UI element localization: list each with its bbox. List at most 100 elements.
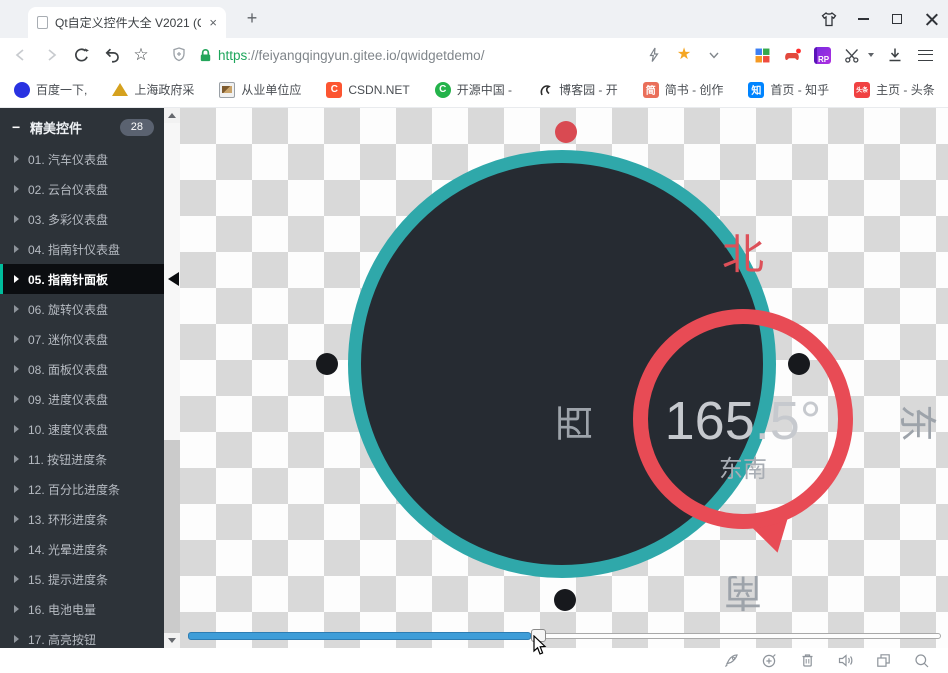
bookmark-label: 主页 - 头条 <box>876 81 935 98</box>
download-icon[interactable] <box>880 40 910 70</box>
search-magnifier-icon[interactable] <box>913 652 930 669</box>
page-favicon <box>37 16 48 29</box>
theme-tshirt-button[interactable] <box>812 0 846 38</box>
cnblogs-icon <box>537 82 553 98</box>
refresh-button[interactable] <box>66 40 96 70</box>
sidebar-item-label: 11. 按钮进度条 <box>28 451 107 468</box>
widget-sidebar: − 精美控件 28 01. 汽车仪表盘 02. 云台仪表盘 03. 多彩仪表盘 … <box>0 108 164 648</box>
bookmark-label: 开源中国 - <box>457 81 512 98</box>
favorite-star-icon[interactable]: ★ <box>669 40 699 70</box>
lightning-icon[interactable] <box>639 40 669 70</box>
bookmark-jianshu[interactable]: 简 简书 - 创作 <box>643 81 724 98</box>
hamburger-glyph <box>918 50 933 61</box>
sidebar-group-title: 精美控件 <box>30 118 82 137</box>
sidebar-item[interactable]: 03. 多彩仪表盘 <box>0 204 164 234</box>
sidebar-item[interactable]: 11. 按钮进度条 <box>0 444 164 474</box>
minimize-button[interactable] <box>846 0 880 38</box>
jianshu-icon: 简 <box>643 82 659 98</box>
sidebar-item[interactable]: 17. 高亮按钮 <box>0 624 164 654</box>
capture-plus-icon[interactable] <box>761 652 778 669</box>
bookmark-zhihu[interactable]: 知 首页 - 知乎 <box>748 81 829 98</box>
sidebar-item-label: 06. 旋转仪表盘 <box>28 301 108 318</box>
triangle-bullet-icon <box>14 275 19 283</box>
rp-extension-icon[interactable]: RP <box>807 40 837 70</box>
back-button[interactable] <box>6 40 36 70</box>
windows-copy-icon[interactable] <box>875 652 892 669</box>
triangle-bullet-icon <box>14 575 19 583</box>
scroll-up-button[interactable] <box>164 108 180 123</box>
compass-west-marker-dot <box>316 353 338 375</box>
screenshot-scissors-icon[interactable] <box>837 40 867 70</box>
sidebar-item[interactable]: 16. 电池电量 <box>0 594 164 624</box>
tab-close-icon[interactable]: × <box>209 16 217 29</box>
bookmark-csdn[interactable]: C CSDN.NET <box>326 82 409 98</box>
scroll-down-button[interactable] <box>164 633 180 648</box>
rp-badge: RP <box>814 47 831 64</box>
sidebar-item[interactable]: 06. 旋转仪表盘 <box>0 294 164 324</box>
compass-inner-ring: 165.5° 东南 <box>633 309 853 529</box>
forward-button[interactable] <box>36 40 66 70</box>
bookmark-shanghai-gov[interactable]: 上海政府采 <box>112 81 194 98</box>
site-shield-icon[interactable] <box>164 40 194 70</box>
sidebar-item[interactable]: 07. 迷你仪表盘 <box>0 324 164 354</box>
bookmark-baidu[interactable]: 百度一下, <box>14 81 87 98</box>
tab-active[interactable]: Qt自定义控件大全 V2021 (Q × <box>28 7 226 38</box>
sidebar-item[interactable]: 15. 提示进度条 <box>0 564 164 594</box>
sidebar-item[interactable]: 01. 汽车仪表盘 <box>0 144 164 174</box>
https-lock-icon[interactable] <box>194 40 216 70</box>
sidebar-group-header[interactable]: − 精美控件 28 <box>0 110 164 144</box>
page-content: − 精美控件 28 01. 汽车仪表盘 02. 云台仪表盘 03. 多彩仪表盘 … <box>0 108 948 648</box>
games-gamepad-icon[interactable] <box>777 40 807 70</box>
sidebar-item[interactable]: 10. 速度仪表盘 <box>0 414 164 444</box>
boost-rocket-icon[interactable] <box>723 652 740 669</box>
bookmark-cnblogs[interactable]: 博客园 - 开 <box>537 81 618 98</box>
url-field[interactable]: https://feiyangqingyun.gitee.io/qwidgetd… <box>218 48 484 63</box>
close-button[interactable] <box>914 0 948 38</box>
bookmark-congye[interactable]: 从业单位应 <box>219 81 301 98</box>
triangle-bullet-icon <box>14 305 19 313</box>
sidebar-item-selected[interactable]: 05. 指南针面板 <box>0 264 164 294</box>
bookmark-label: 百度一下, <box>36 81 87 98</box>
sidebar-item-label: 12. 百分比进度条 <box>28 481 120 498</box>
bookmark-star-button[interactable]: ☆ <box>126 40 156 70</box>
triangle-bullet-icon <box>14 155 19 163</box>
chevron-down-icon[interactable] <box>699 40 729 70</box>
scrollbar-thumb[interactable] <box>164 440 180 634</box>
sidebar-item[interactable]: 02. 云台仪表盘 <box>0 174 164 204</box>
undo-button[interactable] <box>96 40 126 70</box>
collapse-minus-icon[interactable]: − <box>12 119 30 135</box>
triangle-bullet-icon <box>14 245 19 253</box>
sidebar-item[interactable]: 13. 环形进度条 <box>0 504 164 534</box>
tab-bar: Qt自定义控件大全 V2021 (Q × + <box>0 0 948 38</box>
volume-speaker-icon[interactable] <box>837 652 854 669</box>
new-tab-button[interactable]: + <box>242 8 262 29</box>
window-controls <box>812 0 948 38</box>
oschina-icon: C <box>435 82 451 98</box>
bookmark-oschina[interactable]: C 开源中国 - <box>435 81 512 98</box>
compass-south-label: 南 <box>724 571 762 611</box>
sidebar-item[interactable]: 09. 进度仪表盘 <box>0 384 164 414</box>
sidebar-item[interactable]: 08. 面板仪表盘 <box>0 354 164 384</box>
compass-east-label: 东 <box>896 404 936 442</box>
heading-slider[interactable] <box>188 632 941 640</box>
compass-widget[interactable]: 北 西 东 南 165.5° 东南 <box>348 150 776 578</box>
maximize-button[interactable] <box>880 0 914 38</box>
sidebar-item[interactable]: 04. 指南针仪表盘 <box>0 234 164 264</box>
sidebar-item-label: 08. 面板仪表盘 <box>28 361 108 378</box>
sidebar-item-label: 07. 迷你仪表盘 <box>28 331 108 348</box>
app-grid-icon[interactable] <box>747 40 777 70</box>
bookmark-toutiao[interactable]: 头条 主页 - 头条 <box>854 81 935 98</box>
mouse-cursor <box>533 635 548 656</box>
menu-hamburger-icon[interactable] <box>910 40 940 70</box>
sidebar-scrollbar[interactable] <box>164 108 180 648</box>
compass-south-marker-dot <box>554 589 576 611</box>
bookmark-label: 上海政府采 <box>134 81 194 98</box>
scissors-caret-icon[interactable] <box>868 53 874 57</box>
sidebar-item[interactable]: 14. 光晕进度条 <box>0 534 164 564</box>
sidebar-item-label: 10. 速度仪表盘 <box>28 421 108 438</box>
sidebar-item[interactable]: 12. 百分比进度条 <box>0 474 164 504</box>
trash-icon[interactable] <box>799 652 816 669</box>
bookmark-label: 从业单位应 <box>241 81 301 98</box>
close-icon <box>925 13 938 26</box>
image-icon <box>219 82 235 98</box>
